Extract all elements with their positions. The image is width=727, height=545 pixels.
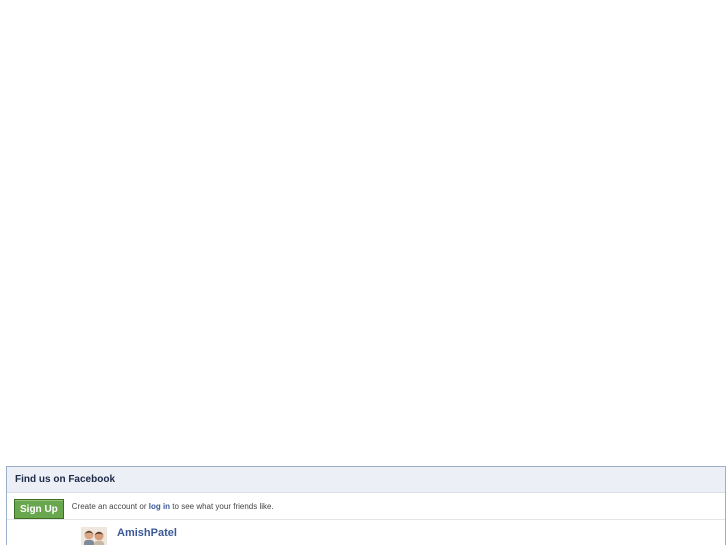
facebook-like-box: Find us on Facebook Sign Up Create an ac…	[6, 466, 726, 545]
page: Find us on Facebook Sign Up Create an ac…	[0, 0, 727, 545]
fan-list-item: AmishPatel	[7, 520, 725, 545]
signup-prompt-before: Create an account or	[71, 501, 147, 511]
avatar-image	[81, 527, 107, 545]
signup-prompt: Create an account or log in to see what …	[72, 502, 274, 511]
sign-up-button[interactable]: Sign Up	[14, 498, 64, 519]
log-in-link[interactable]: log in	[149, 502, 170, 511]
fan-name-link[interactable]: AmishPatel	[117, 527, 177, 539]
person-pair-avatar-icon[interactable]	[81, 527, 107, 545]
facebook-box-header: Find us on Facebook	[7, 467, 725, 493]
signup-prompt-after: to see what your friends like.	[172, 501, 274, 511]
signup-row: Sign Up Create an account or log in to s…	[7, 493, 725, 520]
facebook-box-title: Find us on Facebook	[15, 474, 116, 485]
